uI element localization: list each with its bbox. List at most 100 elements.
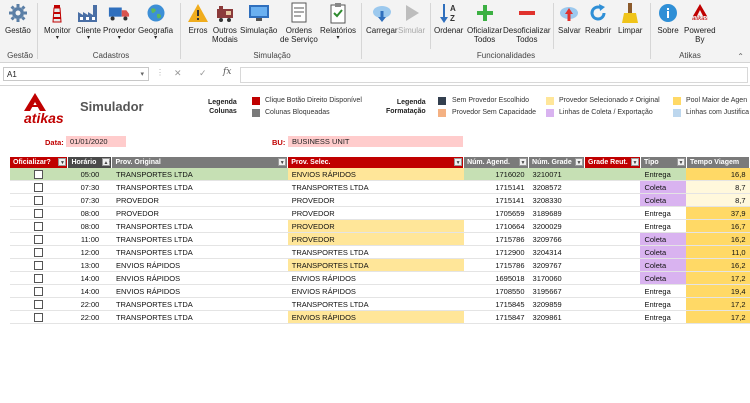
checkbox[interactable] — [34, 286, 44, 296]
cliente-button[interactable]: Cliente ▾ — [76, 2, 101, 41]
cell-prov-selec[interactable]: ENVIOS RÁPIDOS — [287, 284, 464, 298]
filter-icon[interactable]: ▼ — [278, 158, 287, 166]
table-row[interactable]: 07:30 PROVEDOR PROVEDOR 1715141 3208330 Colet… — [10, 193, 750, 207]
oficializar-checkbox[interactable] — [10, 193, 68, 207]
table-row[interactable]: 22:00 TRANSPORTES LTDA TRANSPORTES LTDA 171… — [10, 297, 750, 311]
oficializar-checkbox[interactable] — [10, 297, 68, 311]
cell-prov-selec[interactable]: TRANSPORTES LTDA — [287, 258, 464, 272]
oficializar-checkbox[interactable] — [10, 310, 68, 324]
formula-input[interactable] — [240, 67, 748, 83]
table-row[interactable]: 07:30 TRANSPORTES LTDA TRANSPORTES LTDA 171… — [10, 180, 750, 194]
oficializar-checkbox[interactable] — [10, 180, 68, 194]
chevron-down-icon[interactable]: ▾ — [140, 68, 144, 82]
header-num-agend[interactable]: Núm. Agend. ▼ — [463, 157, 530, 168]
limpar-button[interactable]: Limpar — [618, 2, 642, 35]
filter-icon[interactable]: ▼ — [58, 158, 67, 166]
checkbox[interactable] — [34, 195, 44, 205]
table-row[interactable]: 05:00 TRANSPORTES LTDA ENVIOS RÁPIDOS 17160… — [10, 168, 750, 181]
header-oficializar[interactable]: Oficializar? ▼ — [10, 157, 69, 168]
table-row[interactable]: 08:00 TRANSPORTES LTDA PROVEDOR 1710664 3200… — [10, 219, 750, 233]
cell-grade-reut[interactable] — [584, 193, 641, 207]
cell-grade-reut[interactable] — [584, 219, 641, 233]
filter-icon[interactable]: ▼ — [519, 158, 528, 166]
filter-icon[interactable]: ▼ — [454, 158, 463, 166]
oficializar-checkbox[interactable] — [10, 219, 68, 233]
oficializar-checkbox[interactable] — [10, 258, 68, 272]
sobre-button[interactable]: Sobre — [657, 2, 679, 35]
checkbox[interactable] — [34, 208, 44, 218]
checkbox[interactable] — [34, 312, 44, 322]
cell-grade-reut[interactable] — [584, 180, 641, 194]
check-icon[interactable]: ✓ — [199, 68, 207, 79]
oficializar-checkbox[interactable] — [10, 245, 68, 259]
gestao-button[interactable]: Gestão — [5, 2, 31, 35]
table-row[interactable]: 22:00 TRANSPORTES LTDA ENVIOS RÁPIDOS 17158… — [10, 310, 750, 324]
oficializar-checkbox[interactable] — [10, 232, 68, 246]
cell-prov-selec[interactable]: PROVEDOR — [287, 193, 464, 207]
outros-modais-button[interactable]: Outros Modais — [212, 2, 238, 44]
oficializar-todos-button[interactable]: Oficializar Todos — [467, 2, 502, 44]
cell-grade-reut[interactable] — [584, 245, 641, 259]
checkbox[interactable] — [34, 247, 44, 257]
cell-prov-selec[interactable]: ENVIOS RÁPIDOS — [287, 310, 464, 324]
cell-prov-selec[interactable]: PROVEDOR — [287, 232, 464, 246]
cell-grade-reut[interactable] — [584, 297, 641, 311]
cell-prov-selec[interactable]: TRANSPORTES LTDA — [287, 297, 464, 311]
relatorios-button[interactable]: Relatórios ▾ — [320, 2, 356, 41]
checkbox[interactable] — [34, 234, 44, 244]
cell-grade-reut[interactable] — [584, 271, 641, 285]
provedor-button[interactable]: Provedor ▾ — [103, 2, 135, 41]
sort-filter-icon[interactable]: ▲▼ — [102, 158, 111, 166]
checkbox[interactable] — [34, 221, 44, 231]
cell-prov-selec[interactable]: TRANSPORTES LTDA — [287, 180, 464, 194]
collapse-ribbon-icon[interactable]: ⌃ — [737, 52, 744, 61]
function-icon[interactable]: fx — [223, 67, 231, 77]
header-grade-reut[interactable]: Grade Reut. ▼ — [584, 157, 641, 168]
oficializar-checkbox[interactable] — [10, 168, 68, 181]
data-field[interactable]: 01/01/2020 — [66, 136, 126, 147]
oficializar-checkbox[interactable] — [10, 284, 68, 298]
simular-button[interactable]: Simular — [398, 2, 425, 35]
cell-prov-selec[interactable]: PROVEDOR — [287, 219, 464, 233]
header-tempo-viagem[interactable]: Tempo Viagem — [686, 157, 750, 168]
cell-prov-selec[interactable]: ENVIOS RÁPIDOS — [287, 271, 464, 285]
checkbox[interactable] — [34, 273, 44, 283]
table-row[interactable]: 08:00 PROVEDOR PROVEDOR 1705659 3189689 Entre… — [10, 206, 750, 220]
ordens-button[interactable]: Ordens de Serviço — [280, 2, 318, 44]
checkbox[interactable] — [34, 169, 44, 179]
header-num-grade[interactable]: Núm. Grade ▼ — [528, 157, 585, 168]
geografia-button[interactable]: Geografia ▾ — [138, 2, 173, 41]
table-row[interactable]: 11:00 TRANSPORTES LTDA PROVEDOR 1715786 3209… — [10, 232, 750, 246]
oficializar-checkbox[interactable] — [10, 271, 68, 285]
monitor-button[interactable]: Monitor ▾ — [44, 2, 71, 41]
erros-button[interactable]: Erros — [187, 2, 209, 35]
checkbox[interactable] — [34, 182, 44, 192]
name-box[interactable]: A1 ▾ — [3, 67, 149, 81]
carregar-button[interactable]: Carregar — [366, 2, 398, 35]
cell-prov-selec[interactable]: PROVEDOR — [287, 206, 464, 220]
salvar-button[interactable]: Salvar — [558, 2, 581, 35]
bu-field[interactable]: BUSINESS UNIT — [288, 136, 463, 147]
table-row[interactable]: 12:00 TRANSPORTES LTDA TRANSPORTES LTDA 171… — [10, 245, 750, 259]
table-row[interactable]: 13:00 ENVIOS RÁPIDOS TRANSPORTES LTDA 17157… — [10, 258, 750, 272]
ordenar-button[interactable]: AZ Ordenar — [434, 2, 463, 35]
cell-prov-selec[interactable]: TRANSPORTES LTDA — [287, 245, 464, 259]
table-row[interactable]: 14:00 ENVIOS RÁPIDOS ENVIOS RÁPIDOS 1708550… — [10, 284, 750, 298]
desoficializar-todos-button[interactable]: Desoficializar Todos — [503, 2, 551, 44]
header-tipo[interactable]: Tipo ▼ — [640, 157, 687, 168]
filter-icon[interactable]: ▼ — [575, 158, 583, 166]
checkbox[interactable] — [34, 260, 44, 270]
filter-icon[interactable]: ▼ — [676, 158, 685, 166]
cell-grade-reut[interactable] — [584, 168, 641, 181]
cell-grade-reut[interactable] — [584, 310, 641, 324]
header-prov-original[interactable]: Prov. Original ▼ — [111, 157, 289, 168]
filter-icon[interactable]: ▼ — [630, 158, 639, 166]
powered-by-button[interactable]: atikas Powered By — [684, 2, 716, 44]
cell-grade-reut[interactable] — [584, 258, 641, 272]
header-horario[interactable]: Horário ▲▼ — [67, 157, 113, 168]
simulacao-button[interactable]: Simulação — [240, 2, 277, 35]
cell-prov-selec[interactable]: ENVIOS RÁPIDOS — [287, 168, 464, 181]
cell-grade-reut[interactable] — [584, 232, 641, 246]
checkbox[interactable] — [34, 299, 44, 309]
oficializar-checkbox[interactable] — [10, 206, 68, 220]
